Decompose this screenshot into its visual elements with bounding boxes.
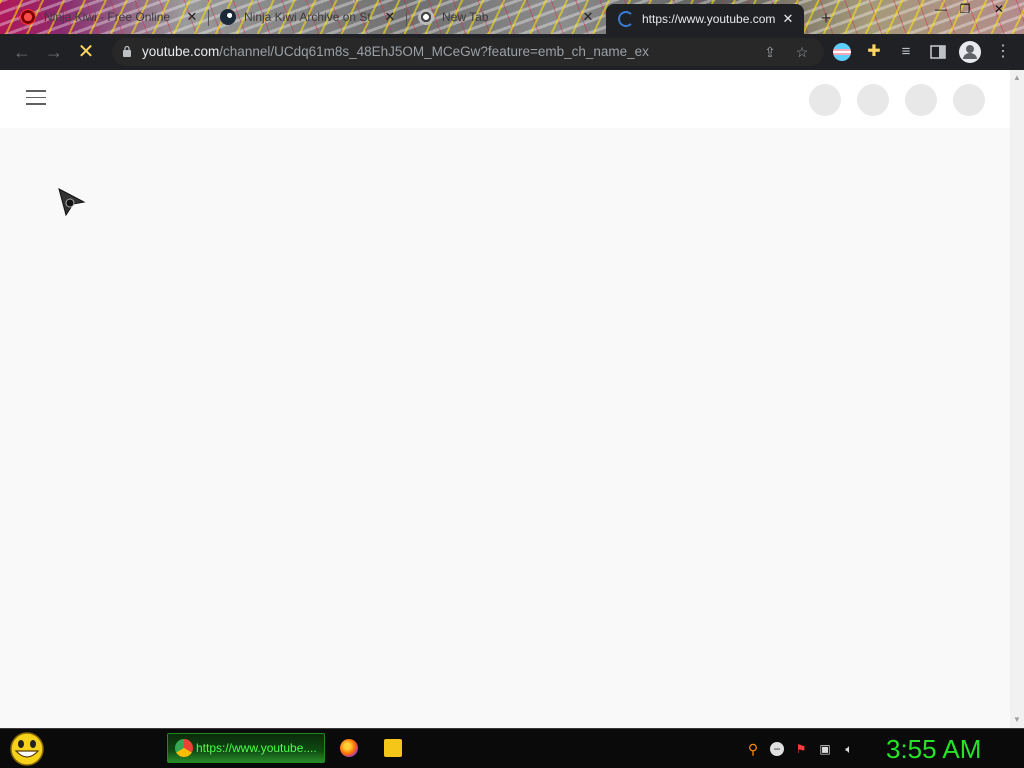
action-center-flag-icon[interactable]: ⚑ xyxy=(794,742,808,756)
new-tab-button[interactable]: + xyxy=(816,8,836,28)
tab-title: Ninja Kiwi - Free Online xyxy=(44,10,171,24)
extensions-puzzle-icon[interactable]: ✚ xyxy=(865,43,883,61)
taskbar-task-label: https://www.youtube.... xyxy=(196,741,317,755)
firefox-icon[interactable] xyxy=(340,739,358,757)
menu-kebab-icon[interactable]: ⋮ xyxy=(994,43,1012,61)
tab-ninja-kiwi[interactable]: Ninja Kiwi - Free Online ✕ xyxy=(8,4,208,30)
close-icon[interactable]: ✕ xyxy=(184,9,200,25)
network-icon[interactable]: ▣ xyxy=(818,742,832,756)
extension-flag-icon[interactable] xyxy=(833,43,851,61)
side-panel-icon[interactable] xyxy=(929,43,947,61)
masthead-placeholder xyxy=(905,84,937,116)
hamburger-menu-icon[interactable] xyxy=(26,90,46,106)
tab-youtube[interactable]: https://www.youtube.com ✕ xyxy=(606,4,804,34)
tab-title: https://www.youtube.com xyxy=(642,12,776,26)
stop-loading-icon[interactable]: ✕ xyxy=(74,40,98,64)
media-queue-icon[interactable]: ≡ xyxy=(897,43,915,61)
tab-strip: Ninja Kiwi - Free Online ✕ Ninja Kiwi Ar… xyxy=(0,0,1024,34)
steam-icon xyxy=(220,9,236,25)
masthead xyxy=(0,70,1010,128)
minimize-icon[interactable]: — xyxy=(930,2,952,16)
lock-icon xyxy=(123,45,131,57)
back-arrow-icon[interactable]: ← xyxy=(10,40,34,64)
chrome-icon xyxy=(418,9,434,25)
share-icon[interactable]: ⇪ xyxy=(762,44,778,60)
masthead-placeholder xyxy=(809,84,841,116)
tab-new-tab[interactable]: New Tab ✕ xyxy=(406,4,604,30)
mouse-cursor-icon xyxy=(58,188,86,217)
url-path: /channel/UCdq61m8s_48EhJ5OM_MCeGw?featur… xyxy=(219,44,649,59)
tab-title: Ninja Kiwi Archive on St xyxy=(244,10,371,24)
close-icon[interactable]: ✕ xyxy=(580,9,596,25)
url-text: youtube.com/channel/UCdq61m8s_48EhJ5OM_M… xyxy=(142,44,649,59)
chrome-icon xyxy=(175,739,193,757)
ninjakiwi-icon xyxy=(20,9,36,25)
youtube-page xyxy=(0,70,1010,728)
masthead-placeholder xyxy=(953,84,985,116)
address-bar[interactable]: youtube.com/channel/UCdq61m8s_48EhJ5OM_M… xyxy=(112,38,824,66)
taskbar: https://www.youtube.... ⚲ − ⚑ ▣ 🔈︎ 3:55 … xyxy=(0,728,1024,768)
page-scrollbar[interactable] xyxy=(1010,70,1024,728)
browser-toolbar: ← → ✕ youtube.com/channel/UCdq61m8s_48Eh… xyxy=(0,34,1024,70)
tab-steam[interactable]: Ninja Kiwi Archive on St ✕ xyxy=(208,4,406,30)
forward-arrow-icon[interactable]: → xyxy=(42,40,66,64)
tab-title: New Tab xyxy=(442,10,489,24)
scroll-down-arrow-icon[interactable]: ▼ xyxy=(1012,716,1022,724)
restore-icon[interactable]: ❐ xyxy=(954,2,976,16)
taskbar-task-chrome[interactable]: https://www.youtube.... xyxy=(167,733,325,763)
file-explorer-icon[interactable] xyxy=(384,739,402,757)
masthead-placeholder xyxy=(857,84,889,116)
window-close-icon[interactable]: ✕ xyxy=(988,2,1010,16)
loading-spinner-icon xyxy=(618,11,634,27)
chat-icon[interactable]: − xyxy=(770,742,784,756)
scroll-up-arrow-icon[interactable]: ▲ xyxy=(1012,74,1022,82)
taskbar-clock[interactable]: 3:55 AM xyxy=(886,734,981,765)
close-icon[interactable]: ✕ xyxy=(780,11,796,27)
close-icon[interactable]: ✕ xyxy=(382,9,398,25)
profile-avatar-icon[interactable] xyxy=(959,41,981,63)
start-smiley-icon[interactable] xyxy=(8,731,46,767)
url-host: youtube.com xyxy=(142,44,220,59)
volume-icon[interactable]: 🔈︎ xyxy=(842,742,856,756)
search-icon[interactable]: ⚲ xyxy=(746,742,760,756)
bookmark-star-icon[interactable]: ☆ xyxy=(794,44,810,60)
